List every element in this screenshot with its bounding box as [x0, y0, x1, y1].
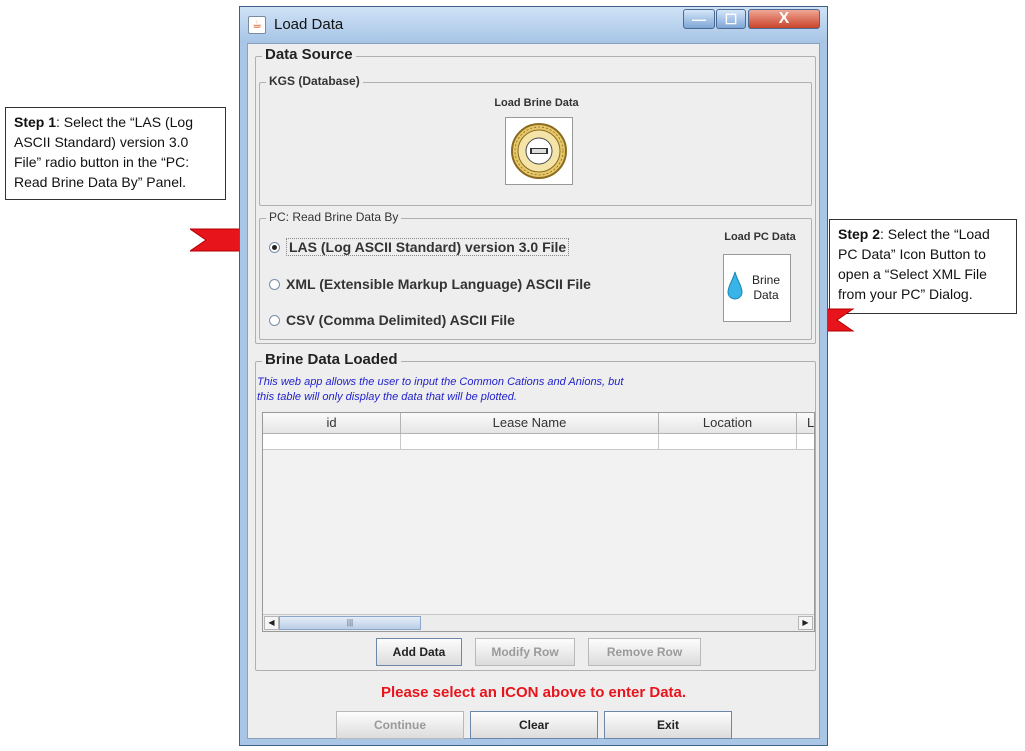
radio-las-indicator[interactable] — [269, 241, 280, 253]
radio-las[interactable]: LAS (Log ASCII Standard) version 3.0 Fil… — [269, 237, 570, 257]
radio-csv-label: CSV (Comma Delimited) ASCII File — [286, 312, 515, 328]
brine-note-line2: this table will only display the data th… — [257, 391, 517, 403]
window-content: Data Source KGS (Database) Load Brine Da… — [247, 43, 820, 739]
title-bar[interactable]: ☕ Load Data — ☐ X — [240, 7, 827, 43]
brine-note-line1: This web app allows the user to input th… — [257, 376, 624, 388]
load-pc-data-label: Load PC Data — [724, 231, 796, 243]
step1-callout: Step 1: Select the “LAS (Log ASCII Stand… — [5, 107, 226, 200]
radio-xml-indicator[interactable] — [269, 278, 280, 290]
step2-bold: Step 2 — [838, 226, 881, 242]
scroll-left-icon[interactable]: ◀ — [264, 616, 279, 630]
maximize-button[interactable]: ☐ — [716, 9, 746, 29]
brine-icon-line1: Brine — [751, 273, 780, 287]
pc-title: PC: Read Brine Data By — [266, 210, 402, 224]
clear-button[interactable]: Clear — [470, 711, 598, 739]
load-pc-data-button[interactable]: Brine Data — [723, 254, 791, 322]
radio-csv[interactable]: CSV (Comma Delimited) ASCII File — [269, 310, 515, 330]
brine-data-table: id Lease Name Location La ◀ ||| ▶ — [262, 412, 815, 632]
brine-data-title: Brine Data Loaded — [262, 351, 401, 368]
step2-callout: Step 2: Select the “Load PC Data” Icon B… — [829, 219, 1017, 314]
column-header-la[interactable]: La — [797, 413, 814, 434]
data-source-panel: Data Source KGS (Database) Load Brine Da… — [255, 46, 816, 344]
radio-las-label: LAS (Log ASCII Standard) version 3.0 Fil… — [286, 238, 570, 256]
remove-row-button[interactable]: Remove Row — [588, 638, 701, 666]
scroll-thumb[interactable]: ||| — [279, 616, 421, 630]
kgs-panel: KGS (Database) Load Brine Data — [259, 74, 812, 206]
status-message: Please select an ICON above to enter Dat… — [380, 684, 687, 701]
column-header-location[interactable]: Location — [659, 413, 797, 434]
exit-button[interactable]: Exit — [604, 711, 732, 739]
kgs-seal-icon — [511, 123, 567, 179]
pc-panel: PC: Read Brine Data By LAS (Log ASCII St… — [259, 210, 812, 340]
radio-xml[interactable]: XML (Extensible Markup Language) ASCII F… — [269, 274, 591, 294]
table-row-cell[interactable] — [401, 434, 659, 450]
minimize-button[interactable]: — — [683, 9, 715, 29]
radio-xml-label: XML (Extensible Markup Language) ASCII F… — [286, 276, 591, 292]
table-row-cell[interactable] — [797, 434, 814, 450]
close-button[interactable]: X — [748, 9, 820, 29]
data-source-title: Data Source — [262, 46, 356, 63]
kgs-load-button[interactable] — [505, 117, 573, 185]
scroll-right-icon[interactable]: ▶ — [798, 616, 813, 630]
continue-button[interactable]: Continue — [336, 711, 464, 739]
window-title: Load Data — [274, 16, 344, 33]
brine-data-panel: Brine Data Loaded This web app allows th… — [255, 351, 816, 671]
java-app-icon: ☕ — [248, 16, 266, 34]
radio-csv-indicator[interactable] — [269, 314, 280, 326]
modify-row-button[interactable]: Modify Row — [475, 638, 575, 666]
kgs-title: KGS (Database) — [266, 74, 363, 88]
load-data-window: ☕ Load Data — ☐ X Data Source KGS (Datab… — [239, 6, 828, 746]
column-header-id[interactable]: id — [263, 413, 401, 434]
table-empty-area — [263, 450, 814, 614]
step1-bold: Step 1 — [14, 114, 57, 130]
table-row-cell[interactable] — [263, 434, 401, 450]
column-header-lease-name[interactable]: Lease Name — [401, 413, 659, 434]
horizontal-scrollbar[interactable]: ◀ ||| ▶ — [263, 614, 814, 631]
table-row-cell[interactable] — [659, 434, 797, 450]
add-data-button[interactable]: Add Data — [376, 638, 462, 666]
brine-icon-line2: Data — [753, 288, 779, 302]
load-brine-data-label: Load Brine Data — [494, 97, 579, 109]
water-drop-icon — [727, 271, 743, 300]
